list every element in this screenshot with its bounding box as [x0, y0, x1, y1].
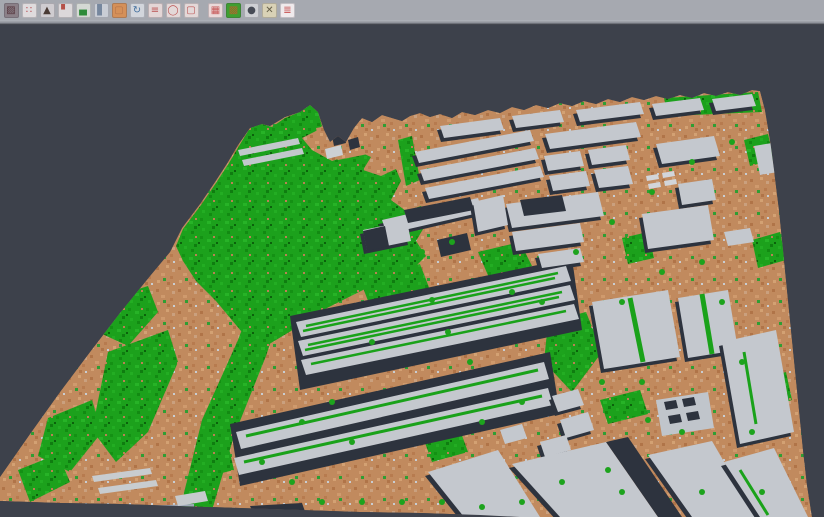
globe-icon[interactable]: ↻	[130, 3, 145, 18]
hill-icon[interactable]: ▄	[76, 3, 91, 18]
export-icon[interactable]: ≣	[280, 3, 295, 18]
profile-icon[interactable]: ▋	[94, 3, 109, 18]
ground-class-icon[interactable]: ▢	[112, 3, 127, 18]
app-window: ▨∷▲▘▄▋▢↻≡◯▢▦▩●✕≣	[0, 0, 824, 517]
list-icon[interactable]: ≡	[148, 3, 163, 18]
grid-icon[interactable]: ▦	[208, 3, 223, 18]
points-icon[interactable]: ∷	[22, 3, 37, 18]
mesh-icon[interactable]: ▨	[4, 3, 19, 18]
terrain-icon[interactable]: ▲	[40, 3, 55, 18]
circle-select-icon[interactable]: ◯	[166, 3, 181, 18]
toolbar: ▨∷▲▘▄▋▢↻≡◯▢▦▩●✕≣	[0, 0, 824, 20]
viewport-3d-point-cloud[interactable]	[0, 25, 824, 517]
annotation-icon[interactable]: ✕	[262, 3, 277, 18]
marker-icon[interactable]: ▘	[58, 3, 73, 18]
extent-icon[interactable]: ▢	[184, 3, 199, 18]
classification-icon[interactable]: ▩	[226, 3, 241, 18]
sphere-icon[interactable]: ●	[244, 3, 259, 18]
